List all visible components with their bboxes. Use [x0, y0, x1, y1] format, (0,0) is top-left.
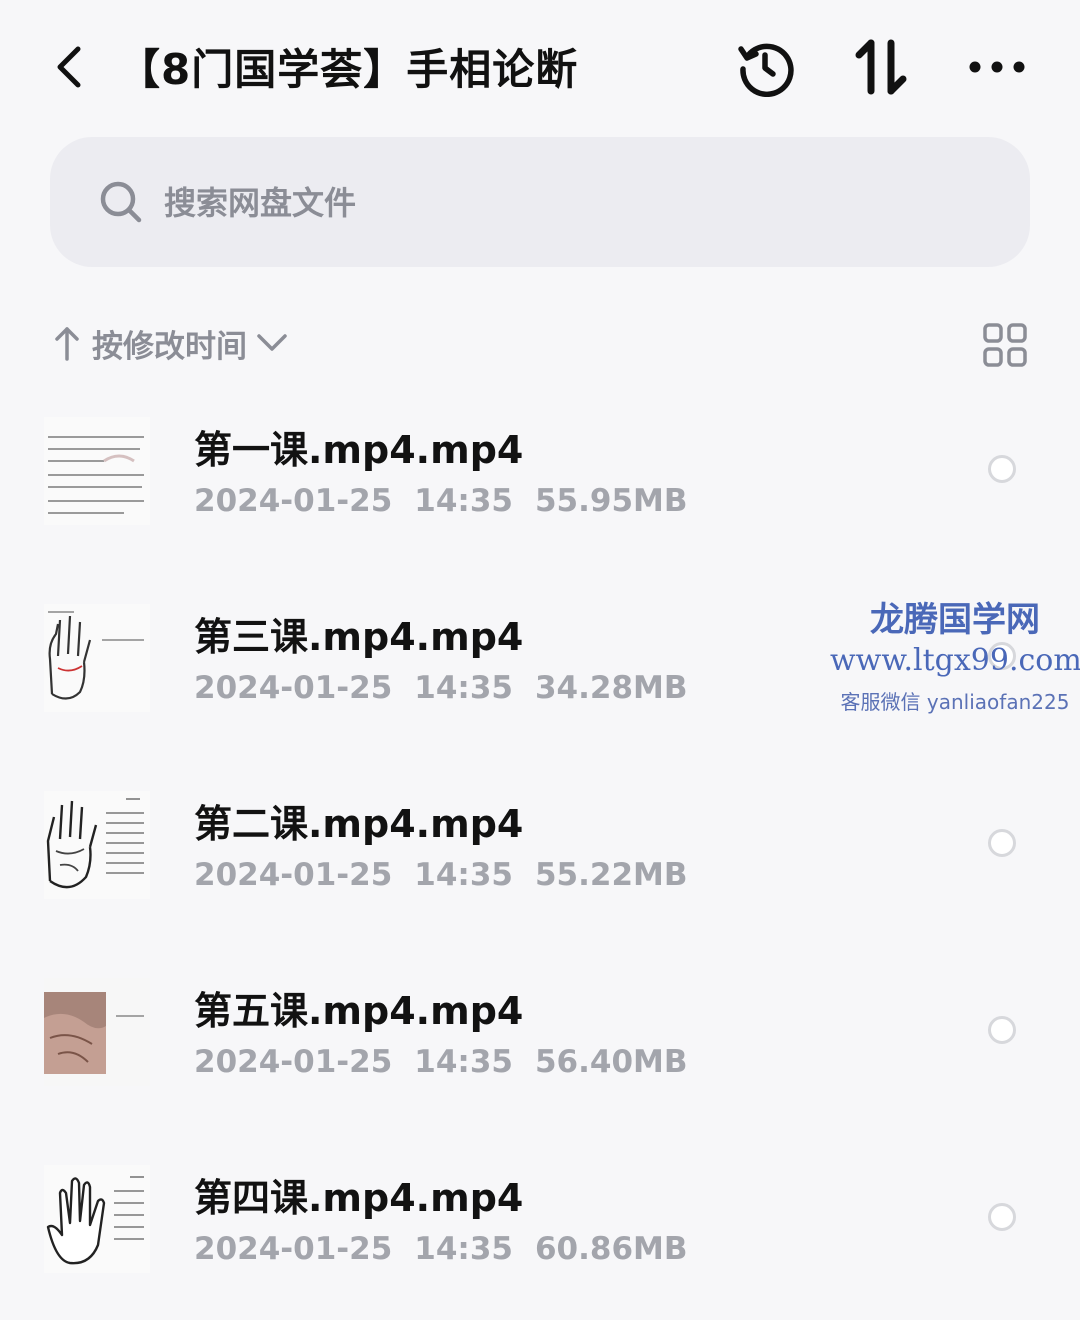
file-date: 2024-01-25 — [194, 670, 393, 706]
file-row[interactable]: 第一课.mp4.mp4 2024-01-25 14:35 55.95MB — [0, 395, 1080, 560]
file-date: 2024-01-25 — [194, 483, 393, 519]
file-time: 14:35 — [414, 857, 513, 893]
file-size: 55.95MB — [534, 483, 688, 519]
search-icon — [100, 181, 142, 223]
watermark: 龙腾国学网 www.ltgx99.com 客服微信 yanliaofan225 — [830, 592, 1080, 715]
back-button[interactable] — [44, 40, 94, 94]
file-name: 第三课.mp4.mp4 — [194, 615, 524, 659]
file-name: 第一课.mp4.mp4 — [194, 428, 524, 472]
file-meta: 2024-01-25 14:35 34.28MB — [194, 670, 710, 706]
arrow-up-icon — [55, 327, 79, 361]
file-date: 2024-01-25 — [194, 857, 393, 893]
chevron-down-icon — [257, 334, 287, 351]
file-meta: 2024-01-25 14:35 56.40MB — [194, 1044, 710, 1080]
file-row[interactable]: 第二课.mp4.mp4 2024-01-25 14:35 55.22MB — [0, 769, 1080, 934]
watermark-url: www.ltgx99.com — [830, 643, 1080, 678]
file-time: 14:35 — [414, 1044, 513, 1080]
video-thumbnail — [44, 978, 150, 1086]
watermark-contact: 客服微信 yanliaofan225 — [840, 690, 1070, 714]
search-input[interactable] — [162, 177, 766, 229]
video-thumbnail — [44, 791, 150, 899]
file-meta: 2024-01-25 14:35 60.86MB — [194, 1231, 710, 1267]
select-radio[interactable] — [988, 1016, 1016, 1044]
video-thumbnail — [44, 604, 150, 712]
file-name: 第五课.mp4.mp4 — [194, 989, 524, 1033]
more-button[interactable] — [964, 34, 1030, 100]
more-dots-icon — [969, 61, 1025, 73]
file-date: 2024-01-25 — [194, 1044, 393, 1080]
file-size: 60.86MB — [534, 1231, 688, 1267]
chevron-left-icon — [57, 46, 81, 88]
search-bar[interactable] — [50, 137, 1030, 267]
sort-selector[interactable]: 按修改时间 — [50, 318, 289, 368]
file-size: 55.22MB — [534, 857, 688, 893]
select-radio[interactable] — [988, 455, 1016, 483]
file-size: 56.40MB — [534, 1044, 688, 1080]
watermark-title: 龙腾国学网 — [870, 600, 1040, 640]
video-thumbnail — [44, 417, 150, 525]
select-radio[interactable] — [988, 1203, 1016, 1231]
file-time: 14:35 — [414, 1231, 513, 1267]
file-name: 第四课.mp4.mp4 — [194, 1176, 524, 1220]
history-clock-icon — [738, 43, 794, 97]
file-row[interactable]: 第四课.mp4.mp4 2024-01-25 14:35 60.86MB — [0, 1143, 1080, 1308]
top-bar: 【8门国学荟】手相论断 — [0, 0, 1080, 130]
sort-toggle-button[interactable] — [848, 34, 914, 100]
file-date: 2024-01-25 — [194, 1231, 393, 1267]
up-down-arrows-icon — [855, 39, 907, 95]
page-title: 【8门国学荟】手相论断 — [118, 45, 579, 94]
file-meta: 2024-01-25 14:35 55.95MB — [194, 483, 710, 519]
file-time: 14:35 — [414, 483, 513, 519]
file-name: 第二课.mp4.mp4 — [194, 802, 524, 846]
file-meta: 2024-01-25 14:35 55.22MB — [194, 857, 710, 893]
file-row[interactable]: 第五课.mp4.mp4 2024-01-25 14:35 56.40MB — [0, 956, 1080, 1121]
file-time: 14:35 — [414, 670, 513, 706]
history-button[interactable] — [732, 34, 798, 100]
video-thumbnail — [44, 1165, 150, 1273]
grid-view-icon[interactable] — [982, 322, 1028, 368]
file-size: 34.28MB — [534, 670, 688, 706]
select-radio[interactable] — [988, 829, 1016, 857]
sort-label: 按修改时间 — [92, 328, 247, 365]
